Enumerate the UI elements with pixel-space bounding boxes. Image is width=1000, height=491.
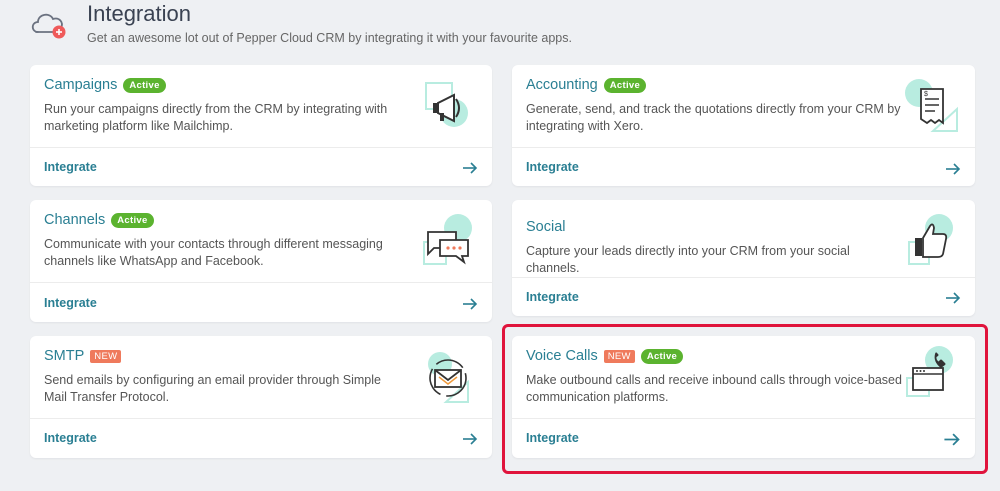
receipt-icon: $ (905, 79, 958, 132)
card-divider (30, 418, 492, 419)
integrate-link[interactable]: Integrate (44, 160, 97, 174)
arrow-right-icon[interactable] (943, 433, 961, 446)
card-channels: Channels Active Communicate with your co… (30, 200, 492, 322)
cloud-add-icon (31, 13, 66, 39)
thumbs-up-icon (908, 214, 953, 265)
card-header: Campaigns Active (44, 77, 166, 93)
card-title: SMTP (44, 348, 85, 364)
card-description: Generate, send, and track the quotations… (526, 102, 901, 133)
active-badge: Active (603, 77, 647, 93)
phone-browser-icon (906, 346, 953, 397)
integrate-link[interactable]: Integrate (526, 290, 579, 304)
card-divider (512, 277, 975, 278)
card-title: Channels (44, 212, 106, 228)
new-badge: NEW (603, 349, 635, 363)
card-campaigns: Campaigns Active Run your campaigns dire… (30, 65, 492, 186)
new-badge: NEW (90, 349, 122, 363)
arrow-right-icon[interactable] (462, 298, 478, 310)
card-description: Run your campaigns directly from the CRM… (44, 102, 388, 133)
card-header: SMTP NEW (44, 348, 122, 364)
card-header: Voice Calls NEW Active (526, 348, 684, 364)
active-badge: Active (111, 212, 154, 228)
integrate-link[interactable]: Integrate (526, 160, 579, 174)
page-subtitle: Get an awesome lot out of Pepper Cloud C… (87, 31, 572, 45)
card-title: Accounting (526, 77, 598, 93)
integrate-link[interactable]: Integrate (526, 431, 579, 445)
card-accounting: Accounting Active Generate, send, and tr… (512, 65, 975, 186)
arrow-right-icon[interactable] (945, 292, 961, 304)
svg-text:$: $ (924, 91, 928, 98)
integrate-link[interactable]: Integrate (44, 296, 97, 310)
card-smtp: SMTP NEW Send emails by configuring an e… (30, 336, 492, 458)
chat-bubbles-icon (423, 214, 472, 265)
card-header: Social (526, 219, 566, 235)
email-icon (428, 352, 469, 403)
arrow-right-icon[interactable] (462, 162, 478, 174)
card-voice-calls: Voice Calls NEW Active Make outbound cal… (512, 336, 975, 458)
card-title: Social (526, 219, 566, 235)
card-description: Make outbound calls and receive inbound … (526, 373, 902, 404)
card-description: Capture your leads directly into your CR… (526, 244, 850, 275)
card-description: Send emails by configuring an email prov… (44, 373, 381, 404)
card-header: Accounting Active (526, 77, 647, 93)
page-title: Integration (87, 1, 191, 26)
card-title: Campaigns (44, 77, 118, 93)
active-badge: Active (123, 77, 166, 93)
card-divider (30, 282, 492, 283)
card-header: Channels Active (44, 212, 154, 228)
card-divider (512, 147, 975, 148)
arrow-right-icon[interactable] (945, 163, 961, 175)
card-divider (512, 418, 975, 419)
integrate-link[interactable]: Integrate (44, 431, 97, 445)
arrow-right-icon[interactable] (462, 433, 478, 445)
active-badge: Active (640, 348, 684, 364)
megaphone-icon (425, 82, 468, 127)
card-description: Communicate with your contacts through d… (44, 237, 383, 268)
card-divider (30, 147, 492, 148)
card-title: Voice Calls (526, 348, 598, 364)
card-social: Social Capture your leads directly into … (512, 200, 975, 316)
